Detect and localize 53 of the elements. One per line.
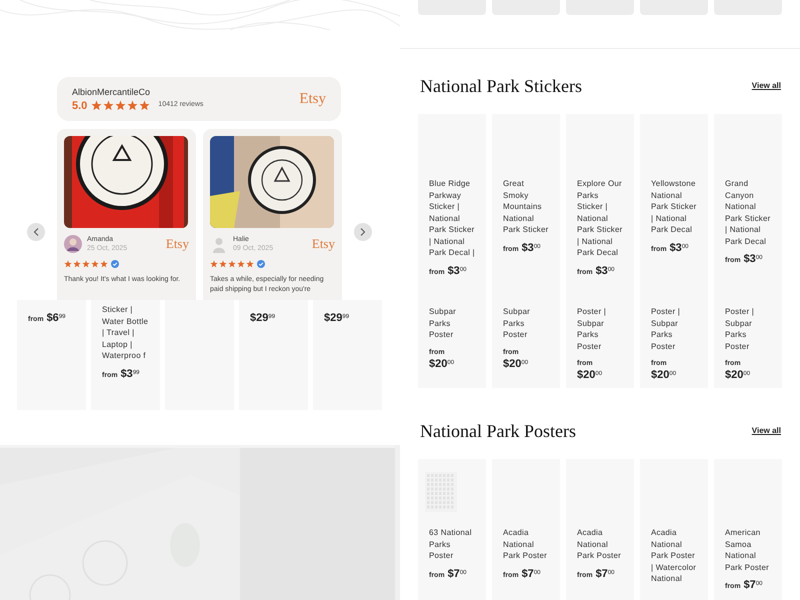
price: $6$^{99}$ bbox=[46, 312, 66, 325]
view-all-link[interactable]: View all bbox=[752, 425, 781, 437]
price: $7$^{00}$ bbox=[596, 568, 614, 580]
section-heading: National Park Posters bbox=[420, 420, 576, 442]
section-heading: National Park Stickers bbox=[420, 74, 582, 98]
product-title: Poster | Subpar Parks Poster bbox=[725, 306, 756, 352]
shop-name: AlbionMercantileCo bbox=[72, 86, 152, 98]
price: $7$^{00}$ bbox=[448, 568, 466, 580]
product-title: 63 National Parks Poster bbox=[429, 527, 473, 562]
product-title: American Samoa National Park Poster bbox=[725, 527, 770, 573]
star-icon bbox=[127, 100, 138, 111]
product-title: Poster | Subpar Parks Poster bbox=[651, 306, 682, 352]
previous-button[interactable] bbox=[27, 223, 45, 241]
product-title: Acadia National Park Poster | Watercolor National bbox=[651, 527, 697, 584]
price: $3$^{00}$ bbox=[744, 253, 762, 266]
product-title: Great Smoky Mountains National Park Sticker bbox=[503, 178, 549, 236]
price: $3$^{00}$ bbox=[448, 264, 466, 278]
next-button[interactable] bbox=[354, 223, 372, 241]
view-all-link[interactable]: View all bbox=[752, 80, 781, 92]
star-icon bbox=[139, 100, 150, 111]
avatar-icon bbox=[64, 234, 82, 253]
price: $3$^{00}$ bbox=[596, 264, 614, 278]
price: $20$^{00}$ bbox=[651, 369, 678, 382]
rating-value: 5.0 bbox=[72, 100, 88, 112]
price: $20$^{00}$ bbox=[577, 369, 604, 382]
price: $20$^{00}$ bbox=[503, 358, 530, 370]
product-title: Grand Canyon National Park Sticker | National Park Decal bbox=[725, 178, 771, 247]
price: $7$^{00}$ bbox=[522, 568, 540, 580]
price: $7$^{00}$ bbox=[744, 579, 762, 592]
product-title: Explore Our Parks Sticker | National Park Sticker | National Park Decal bbox=[577, 178, 623, 258]
chevron-left-icon bbox=[33, 228, 39, 236]
product-title: Acadia National Park Poster bbox=[577, 527, 622, 562]
price: $3$^{00}$ bbox=[670, 242, 688, 254]
product-title: Blue Ridge Parkway Sticker | National Park Sticker | National Park Decal | bbox=[429, 178, 475, 258]
etsy-logo: Etsy bbox=[166, 235, 189, 253]
price: $3$^{00}$ bbox=[522, 242, 540, 254]
price: $20$^{00}$ bbox=[429, 358, 456, 370]
product-title: Subpar Parks Poster bbox=[429, 306, 457, 340]
product-title: Sticker | Water Bottle | Travel | Laptop | Waterproo f bbox=[102, 304, 149, 362]
product-title: Subpar Parks Poster bbox=[503, 306, 531, 340]
star-icon bbox=[115, 100, 126, 111]
price: $3$^{99}$ bbox=[120, 368, 140, 380]
etsy-logo: Etsy bbox=[299, 90, 326, 109]
product-title: Yellowstone National Park Sticker | National Park Decal bbox=[651, 178, 697, 236]
star-icon bbox=[103, 100, 114, 111]
price: $29$^{99}$ bbox=[250, 312, 276, 325]
product-title: Poster | Subpar Parks Poster bbox=[577, 306, 608, 352]
chevron-right-icon bbox=[360, 228, 366, 236]
price: $29$^{99}$ bbox=[324, 312, 350, 325]
star-icon bbox=[91, 100, 102, 111]
product-title: Acadia National Park Poster bbox=[503, 527, 548, 562]
price: $20$^{00}$ bbox=[725, 369, 752, 382]
etsy-logo: Etsy bbox=[312, 235, 335, 253]
